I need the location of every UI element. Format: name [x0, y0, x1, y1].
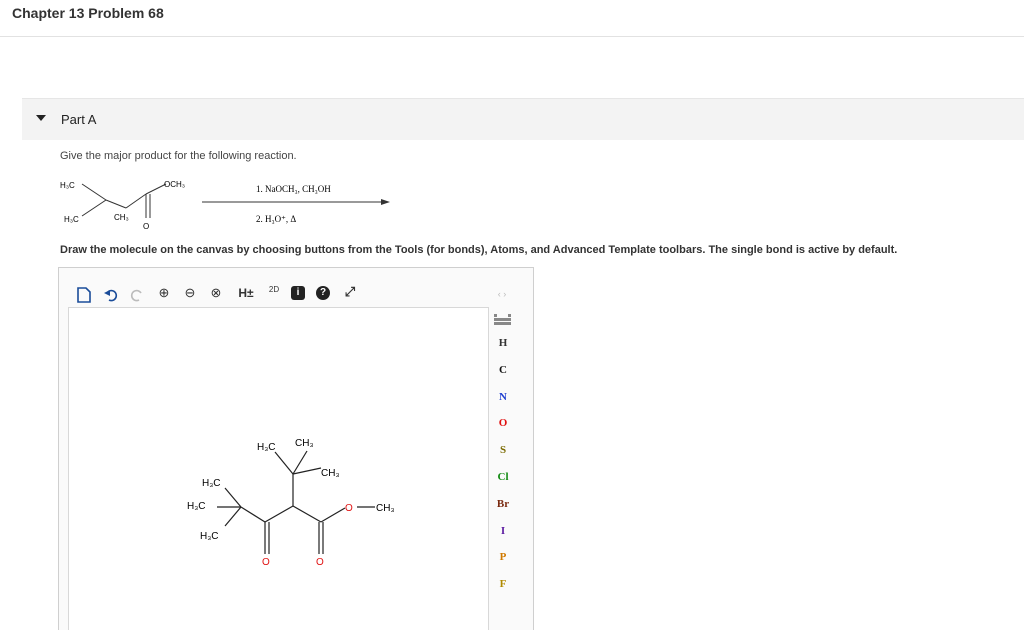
atom-button-br[interactable]: Br: [493, 498, 513, 510]
atom-button-h[interactable]: H: [493, 337, 513, 349]
product-h3c-a: H₃C: [257, 442, 276, 453]
product-h3c-c: H₃C: [187, 501, 206, 512]
product-ch3-b: CH₃: [321, 468, 340, 479]
info-icon[interactable]: i: [291, 286, 305, 300]
help-icon[interactable]: ?: [316, 286, 330, 300]
atom-button-s[interactable]: S: [493, 444, 513, 456]
product-h3c-d: H₃C: [200, 531, 219, 542]
clear-icon[interactable]: ⊗: [207, 285, 225, 301]
redo-icon[interactable]: [129, 287, 145, 303]
new-document-icon[interactable]: [75, 286, 93, 304]
product-ester-ch3: CH₃: [376, 503, 395, 514]
product-ketone-oxygen: O: [262, 557, 270, 568]
atom-button-cl[interactable]: Cl: [493, 471, 513, 483]
zoom-in-icon[interactable]: ⊕: [155, 285, 173, 301]
part-header[interactable]: [22, 98, 1024, 140]
product-ester-carbonyl-oxygen: O: [316, 557, 324, 568]
reactant-ch3: CH₃: [114, 213, 129, 222]
page-title: Chapter 13 Problem 68: [12, 5, 164, 21]
atom-button-c[interactable]: C: [493, 364, 513, 376]
expand-icon[interactable]: ⤢: [341, 284, 359, 300]
atom-button-f[interactable]: F: [493, 578, 513, 590]
product-ester-oxygen: O: [345, 503, 353, 514]
product-h3c-b: H₃C: [202, 478, 221, 489]
reaction-arrow-icon: [381, 199, 390, 205]
reagent-step-2: 2. H₃O⁺, Δ: [256, 214, 296, 224]
reagent-step-1: 1. NaOCH₃, CH₃OH: [256, 184, 331, 194]
hydrogen-toggle-button[interactable]: H±: [235, 285, 257, 301]
undo-icon[interactable]: [103, 287, 119, 303]
atom-button-p[interactable]: P: [493, 551, 513, 563]
question-prompt: Give the major product for the following…: [60, 150, 297, 162]
product-ch3-a: CH₃: [295, 438, 314, 449]
header-divider: [0, 36, 1024, 37]
reactant-h3c-bottom: H₃C: [64, 215, 79, 224]
2d-view-button[interactable]: 2D: [263, 282, 285, 298]
collapse-caret-icon[interactable]: [36, 115, 46, 121]
atom-button-o[interactable]: O: [493, 417, 513, 429]
panel-toggle-icon[interactable]: ‹ ›: [493, 286, 511, 302]
drawing-canvas[interactable]: H₃C CH₃ CH₃ H₃C H₃C H₃C O CH₃ O O: [68, 307, 489, 630]
atom-button-n[interactable]: N: [493, 391, 513, 403]
reaction-scheme: H₃C OCH₃ H₃C CH₃ O 1. NaOCH₃, CH₃OH 2. H…: [60, 180, 390, 231]
zoom-out-icon[interactable]: ⊖: [181, 285, 199, 301]
drawing-instruction: Draw the molecule on the canvas by choos…: [60, 244, 898, 256]
reactant-carbonyl-o: O: [143, 222, 149, 231]
reactant-och3: OCH₃: [164, 180, 185, 189]
periodic-table-icon[interactable]: [493, 312, 513, 328]
reactant-h3c-top: H₃C: [60, 181, 75, 190]
part-label[interactable]: Part A: [61, 112, 96, 127]
product-molecule: H₃C CH₃ CH₃ H₃C H₃C H₃C O CH₃ O O: [187, 438, 395, 568]
atom-button-i[interactable]: I: [493, 525, 513, 537]
